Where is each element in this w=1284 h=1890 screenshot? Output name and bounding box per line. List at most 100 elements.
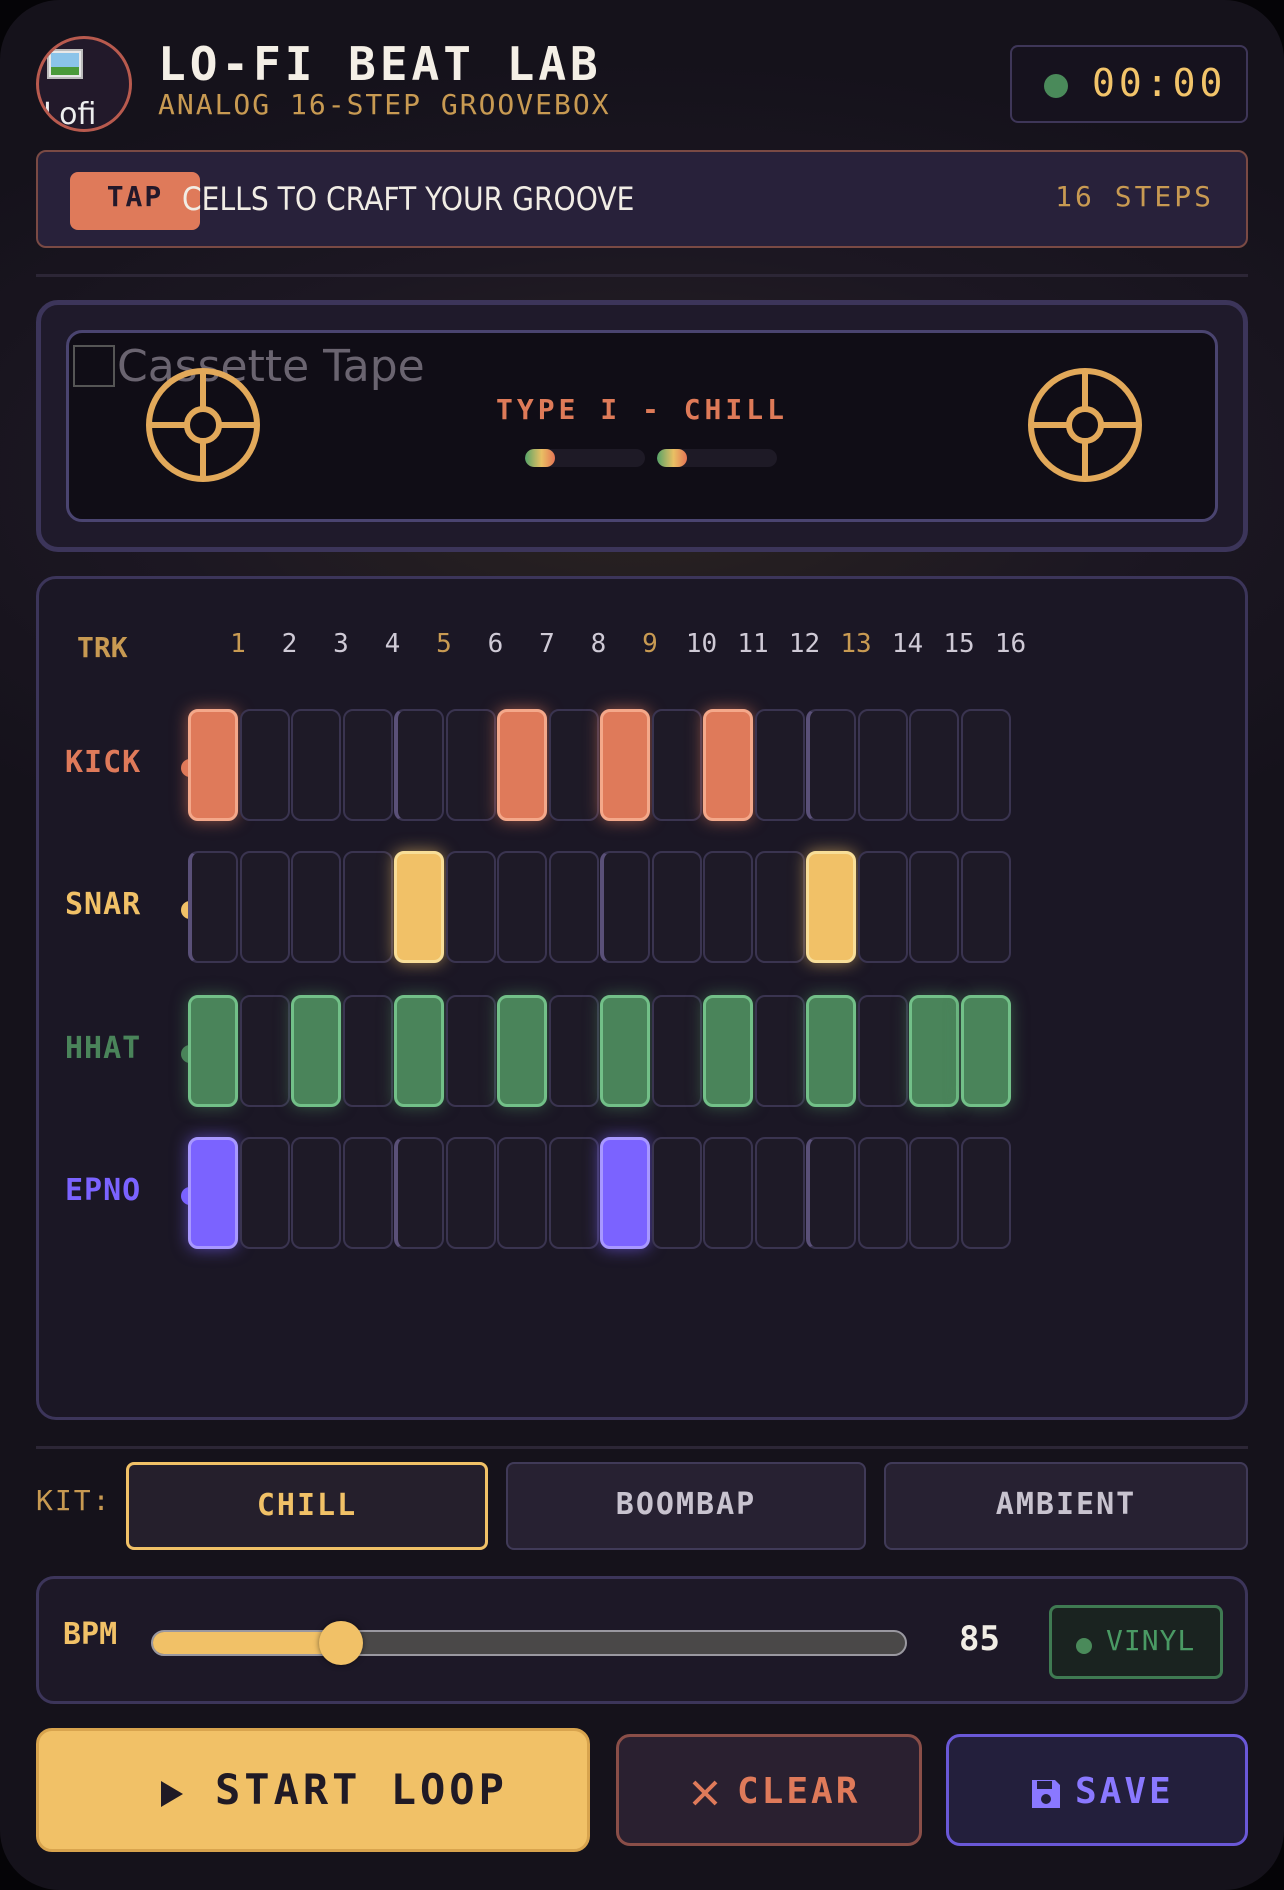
tempo-panel: BPM 85 VINYL	[36, 1576, 1248, 1704]
clear-label: CLEAR	[737, 1771, 861, 1812]
step-cell[interactable]	[703, 1137, 753, 1249]
step-number: 10	[685, 629, 718, 659]
step-cell[interactable]	[239, 1137, 290, 1249]
step-number: 3	[333, 629, 349, 659]
step-number: 6	[487, 629, 504, 659]
step-number: 1	[230, 629, 246, 659]
step-cell[interactable]	[239, 851, 290, 963]
step-cell[interactable]	[703, 851, 753, 963]
step-cell[interactable]	[651, 1137, 702, 1249]
kit-button-ambient[interactable]: AMBIENT	[884, 1462, 1248, 1550]
step-cell[interactable]	[291, 995, 341, 1107]
step-cell[interactable]	[754, 709, 805, 821]
step-cell[interactable]	[291, 1137, 341, 1249]
step-cell[interactable]	[239, 709, 290, 821]
step-cell[interactable]	[806, 851, 856, 963]
step-cell[interactable]	[651, 709, 702, 821]
floppy-disk-icon	[1032, 1780, 1060, 1808]
bpm-slider[interactable]	[151, 1621, 907, 1665]
step-number: 4	[384, 629, 401, 659]
bpm-value: 85	[959, 1619, 1000, 1659]
steps-count: 16 STEPS	[1055, 180, 1214, 213]
step-cell[interactable]	[239, 995, 290, 1107]
step-cell[interactable]	[548, 1137, 599, 1249]
step-cell[interactable]	[754, 851, 805, 963]
step-cell[interactable]	[188, 995, 238, 1107]
step-cell[interactable]	[651, 995, 702, 1107]
step-cell[interactable]	[188, 709, 238, 821]
step-cell[interactable]	[342, 1137, 393, 1249]
clear-button[interactable]: CLEAR	[616, 1734, 922, 1846]
step-cell[interactable]	[497, 709, 547, 821]
step-cell[interactable]	[445, 1137, 496, 1249]
track-label: KICK	[65, 745, 142, 780]
kit-button-chill[interactable]: CHILL	[126, 1462, 488, 1550]
bpm-slider-fill	[153, 1632, 341, 1654]
start-loop-button[interactable]: START LOOP	[36, 1728, 590, 1852]
right-tape-progress	[657, 449, 777, 467]
step-cell[interactable]	[394, 1137, 444, 1249]
step-cell[interactable]	[754, 1137, 805, 1249]
step-cell[interactable]	[754, 995, 805, 1107]
step-cell[interactable]	[960, 709, 1011, 821]
timer-text: 00:00	[1092, 61, 1227, 105]
step-cell[interactable]	[548, 995, 599, 1107]
step-cell[interactable]	[445, 995, 496, 1107]
step-cell[interactable]	[394, 995, 444, 1107]
step-number: 7	[539, 629, 555, 659]
step-cell[interactable]	[806, 1137, 856, 1249]
step-cell[interactable]	[342, 709, 393, 821]
step-cell[interactable]	[497, 1137, 547, 1249]
step-number: 13	[840, 629, 872, 659]
step-cell[interactable]	[651, 851, 702, 963]
step-cell[interactable]	[342, 995, 393, 1107]
step-cell[interactable]	[548, 709, 599, 821]
step-cell[interactable]	[548, 851, 599, 963]
divider	[36, 274, 1248, 277]
app-title: LO-FI BEAT LAB	[158, 37, 602, 91]
bpm-slider-thumb[interactable]	[319, 1621, 363, 1665]
step-cell[interactable]	[857, 851, 908, 963]
step-cell[interactable]	[960, 1137, 1011, 1249]
step-cell[interactable]	[394, 851, 444, 963]
step-cell[interactable]	[960, 995, 1011, 1107]
step-cell[interactable]	[806, 709, 856, 821]
step-cell[interactable]	[857, 1137, 908, 1249]
right-reel-icon	[1028, 368, 1142, 482]
step-cell[interactable]	[497, 851, 547, 963]
step-cell[interactable]	[600, 851, 650, 963]
step-cell[interactable]	[600, 1137, 650, 1249]
step-cell[interactable]	[188, 851, 238, 963]
step-number: 14	[891, 629, 924, 659]
step-cell[interactable]	[600, 995, 650, 1107]
step-cell[interactable]	[909, 709, 959, 821]
step-cell[interactable]	[445, 709, 496, 821]
step-cell[interactable]	[960, 851, 1011, 963]
timer-display: 00:00	[1010, 45, 1248, 123]
step-number: 2	[281, 629, 298, 659]
divider	[36, 1446, 1248, 1449]
step-cell[interactable]	[291, 851, 341, 963]
step-cell[interactable]	[188, 1137, 238, 1249]
vinyl-toggle[interactable]: VINYL	[1049, 1605, 1223, 1679]
step-cell[interactable]	[909, 1137, 959, 1249]
header: Lofi LO-FI BEAT LAB ANALOG 16-STEP GROOV…	[36, 36, 1248, 132]
step-cell[interactable]	[703, 995, 753, 1107]
step-cell[interactable]	[909, 851, 959, 963]
step-cell[interactable]	[445, 851, 496, 963]
kit-button-boombap[interactable]: BOOMBAP	[506, 1462, 866, 1550]
step-cell[interactable]	[291, 709, 341, 821]
save-button[interactable]: SAVE	[946, 1734, 1248, 1846]
step-cell[interactable]	[703, 709, 753, 821]
step-cell[interactable]	[857, 709, 908, 821]
step-cell[interactable]	[806, 995, 856, 1107]
beat-lab-app: Lofi LO-FI BEAT LAB ANALOG 16-STEP GROOV…	[0, 0, 1284, 1890]
step-cell[interactable]	[909, 995, 959, 1107]
cassette-panel: Cassette Tape TYPE I - CHILL	[36, 300, 1248, 552]
step-cell[interactable]	[497, 995, 547, 1107]
step-cell[interactable]	[857, 995, 908, 1107]
start-loop-label: START LOOP	[215, 1765, 508, 1814]
step-cell[interactable]	[394, 709, 444, 821]
step-cell[interactable]	[600, 709, 650, 821]
step-cell[interactable]	[342, 851, 393, 963]
